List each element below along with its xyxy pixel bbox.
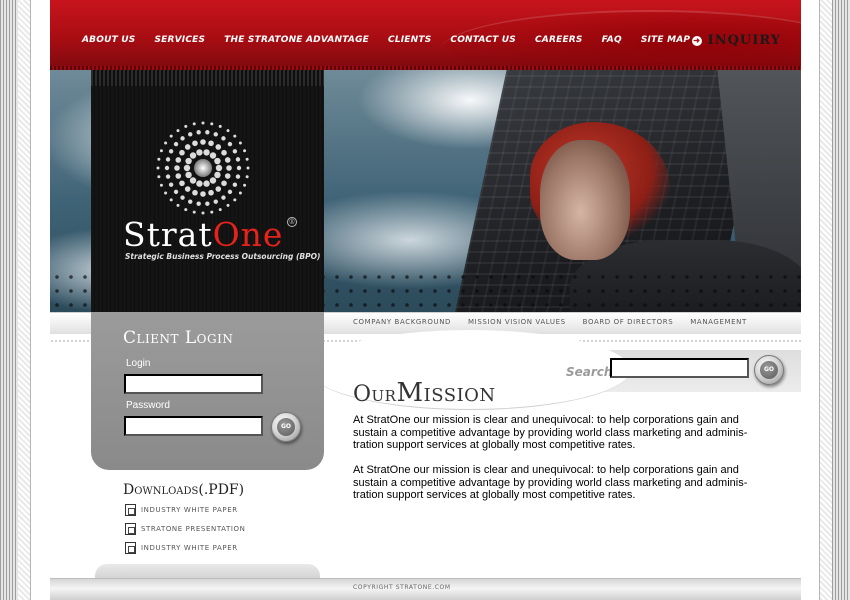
sub-navigation: COMPANY BACKGROUND MISSION VISION VALUES… <box>353 318 764 326</box>
logo-panel: StratOne ® Strategic Business Process Ou… <box>91 70 324 312</box>
right-border-stripe <box>832 0 850 600</box>
login-go-label: GO <box>277 418 295 436</box>
nav-stratone-advantage[interactable]: THE STRATONE ADVANTAGE <box>224 35 369 45</box>
inquiry-label: INQUIRY <box>707 33 781 48</box>
login-go-button[interactable]: GO <box>271 412 301 442</box>
download-link-stratone-presentation[interactable]: STRATONE PRESENTATION <box>125 523 246 535</box>
starburst-logo-icon <box>156 121 250 215</box>
main-nav: ABOUT US SERVICES THE STRATONE ADVANTAGE… <box>82 35 709 45</box>
logo-panel-mesh <box>91 70 324 86</box>
brand-tagline: Strategic Business Process Outsourcing (… <box>125 252 321 261</box>
brand-wordmark: StratOne ® <box>123 215 298 254</box>
left-column-bottom-tab <box>95 564 320 578</box>
nav-site-map[interactable]: SITE MAP <box>641 35 690 45</box>
nav-services[interactable]: SERVICES <box>154 35 205 45</box>
page-frame: ABOUT US SERVICES THE STRATONE ADVANTAGE… <box>30 0 820 600</box>
mission-paragraph: At StratOne our mission is clear and une… <box>353 464 748 502</box>
download-label: INDUSTRY WHITE PAPER <box>141 506 238 514</box>
search-label: Search <box>566 365 613 379</box>
nav-faq[interactable]: FAQ <box>602 35 622 45</box>
mission-title-big: Mission <box>396 378 496 408</box>
pdf-document-icon <box>125 542 136 554</box>
subnav-mission-vision-values[interactable]: MISSION VISION VALUES <box>468 318 566 326</box>
download-link-industry-white-paper-2[interactable]: INDUSTRY WHITE PAPER <box>125 542 238 554</box>
search-go-button[interactable]: GO <box>754 355 784 385</box>
download-link-industry-white-paper[interactable]: INDUSTRY WHITE PAPER <box>125 504 238 516</box>
search-input[interactable] <box>610 358 749 378</box>
nav-about-us[interactable]: ABOUT US <box>82 35 135 45</box>
brand-name-strat: Strat <box>123 215 213 254</box>
login-label: Login <box>126 358 151 369</box>
nav-contact-us[interactable]: CONTACT US <box>450 35 516 45</box>
subnav-board-of-directors[interactable]: BOARD OF DIRECTORS <box>583 318 674 326</box>
page-content: ABOUT US SERVICES THE STRATONE ADVANTAGE… <box>50 0 801 600</box>
search-go-label: GO <box>760 361 778 379</box>
top-navigation-bar: ABOUT US SERVICES THE STRATONE ADVANTAGE… <box>50 0 801 70</box>
pdf-document-icon <box>125 523 136 535</box>
pdf-document-icon <box>125 504 136 516</box>
inquiry-link[interactable]: ➜ INQUIRY <box>691 33 781 48</box>
brand-name-one: One <box>212 215 284 254</box>
left-border-stripe <box>0 0 18 600</box>
login-title: Client Login <box>123 328 234 348</box>
nav-clients[interactable]: CLIENTS <box>388 35 431 45</box>
left-panel: StratOne ® Strategic Business Process Ou… <box>91 70 324 470</box>
copyright-text: COPYRIGHT STRATONE.COM <box>353 584 451 591</box>
subnav-company-background[interactable]: COMPANY BACKGROUND <box>353 318 451 326</box>
download-label: STRATONE PRESENTATION <box>141 525 246 533</box>
password-label: Password <box>126 400 170 411</box>
arrow-circle-right-icon: ➜ <box>691 35 702 46</box>
login-field[interactable] <box>124 374 263 394</box>
person-face-graphic <box>540 140 630 260</box>
mission-title-small: Our <box>353 382 397 407</box>
download-label: INDUSTRY WHITE PAPER <box>141 544 238 552</box>
mission-paragraph: At StratOne our mission is clear and une… <box>353 414 748 452</box>
mission-title: OurMission <box>353 378 496 408</box>
subnav-management[interactable]: MANAGEMENT <box>690 318 747 326</box>
password-field[interactable] <box>124 416 263 436</box>
registered-mark: ® <box>287 217 298 227</box>
nav-careers[interactable]: CAREERS <box>535 35 583 45</box>
downloads-title: Downloads(.PDF) <box>123 482 245 498</box>
